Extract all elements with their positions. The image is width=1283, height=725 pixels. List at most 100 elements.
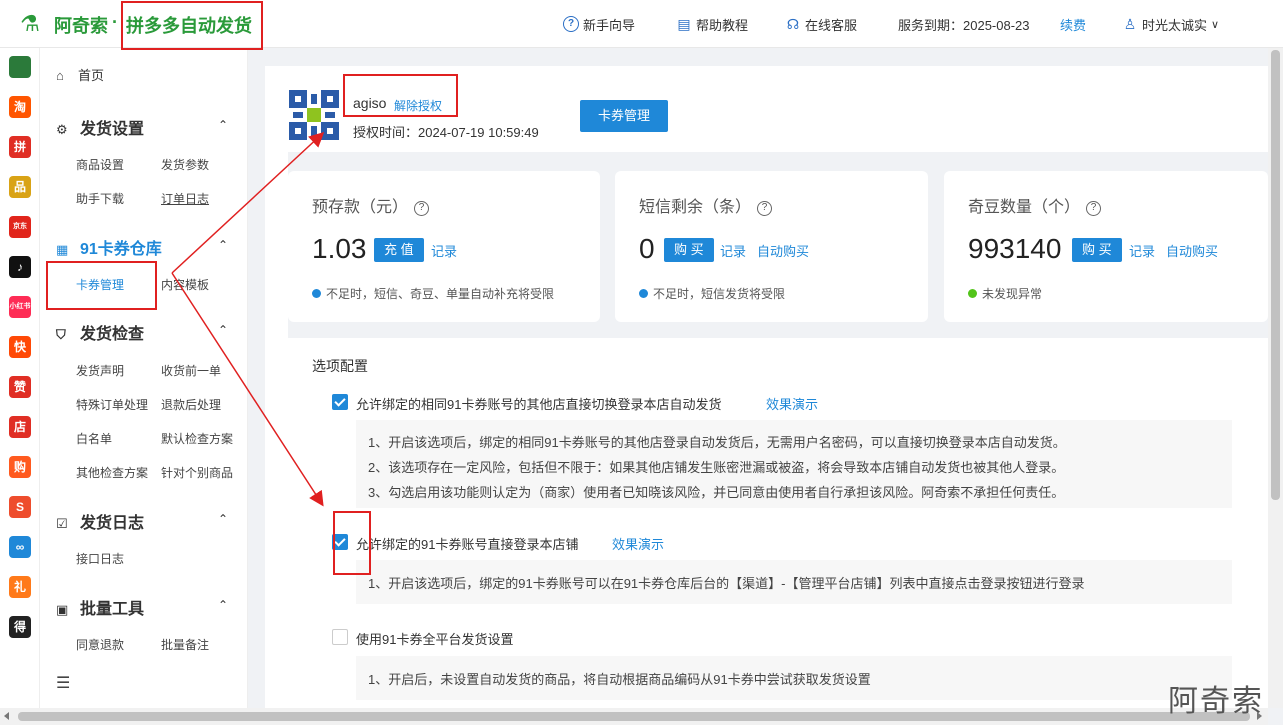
pinduoduo-icon[interactable]: 拼 [9, 136, 31, 158]
gift-icon[interactable]: 礼 [9, 576, 31, 598]
service-expiry: 服务到期：2025-08-23 [898, 17, 1030, 33]
description-line: 1、开启该选项后，绑定的91卡券账号可以在91卡券仓库后台的【渠道】-【管理平台… [368, 576, 1085, 591]
sidebar-group-delivery-log[interactable]: ☑ 发货日志 [56, 509, 144, 533]
brand-name[interactable]: 阿奇索 [54, 12, 108, 38]
vertical-scrollbar[interactable] [1268, 48, 1283, 708]
options-title: 选项配置 [312, 358, 368, 374]
watermark: 阿奇索 [1168, 685, 1264, 718]
sidebar-group-batch-tools[interactable]: ▣ 批量工具 [56, 595, 144, 619]
kuaishou-icon[interactable]: 快 [9, 336, 31, 358]
nav-help[interactable]: ▤ 帮助教程 [676, 14, 748, 34]
sidebar-item-whitelist[interactable]: 白名单 [76, 430, 112, 447]
sidebar-item-content-template[interactable]: 内容模板 [161, 276, 209, 293]
record-link[interactable]: 记录 [431, 241, 457, 260]
stat-note: 不足时，短信、奇豆、单量自动补充将受限 [312, 285, 554, 302]
agiso-logo-icon[interactable]: ⚗ [16, 10, 44, 38]
sidebar-group-delivery-settings[interactable]: ⚙ 发货设置 [56, 115, 144, 139]
chevron-up-icon[interactable]: ⌃ [218, 118, 228, 132]
sidebar-group-delivery-check[interactable]: ⛉ 发货检查 [56, 320, 144, 344]
scrollbar-thumb[interactable] [18, 712, 1250, 721]
info-icon [639, 289, 648, 298]
stat-title: 短信剩余（条）? [639, 193, 773, 217]
option-label[interactable]: 允许绑定的91卡券账号直接登录本店铺 [356, 534, 578, 553]
dewu-icon[interactable]: 得 [9, 616, 31, 638]
bag-icon[interactable]: 购 [9, 456, 31, 478]
app-root: ⚗ 阿奇索 · 拼多多自动发货 ? 新手向导 ▤ 帮助教程 ☊ 在线客服 服务到… [0, 0, 1283, 725]
option-checkbox-switch-login[interactable] [332, 394, 348, 410]
scrollbar-thumb[interactable] [1271, 50, 1280, 500]
link-icon[interactable]: ∞ [9, 536, 31, 558]
options-panel: 选项配置 允许绑定的相同91卡券账号的其他店直接切换登录本店自动发货 效果演示 … [288, 338, 1268, 708]
sidebar-item-batch-remark[interactable]: 批量备注 [161, 636, 209, 653]
stats-row: 预存款（元）? 1.03 充 值 记录 不足时，短信、奇豆、单量自动补充将受限 … [288, 152, 1268, 322]
qr-icon[interactable] [9, 56, 31, 78]
sidebar-item-default-check[interactable]: 默认检查方案 [161, 430, 233, 447]
thumbs-icon[interactable]: 赞 [9, 376, 31, 398]
stat-value: 1.03 [312, 233, 367, 264]
option-label[interactable]: 允许绑定的相同91卡券账号的其他店直接切换登录本店自动发货 [356, 394, 721, 413]
question-circle-icon[interactable]: ? [1086, 201, 1102, 216]
sidebar-item-other-check[interactable]: 其他检查方案 [76, 464, 148, 481]
shopee-icon[interactable]: S [9, 496, 31, 518]
sidebar-item-delivery-params[interactable]: 发货参数 [161, 156, 209, 173]
user-menu[interactable]: ♙ 时光太诚实 ∨ [1122, 14, 1219, 34]
demo-link[interactable]: 效果演示 [612, 534, 664, 553]
platform-rail: 淘拼品京东 ♪ 小红书快赞店购 S ∞ 礼得 [0, 48, 40, 708]
nav-guide[interactable]: ? 新手向导 [563, 14, 635, 34]
sidebar-item-previous-order[interactable]: 收货前一单 [161, 362, 221, 379]
document-icon: ▤ [677, 16, 691, 32]
question-circle-icon[interactable]: ? [757, 201, 773, 216]
taobao-icon[interactable]: 淘 [9, 96, 31, 118]
record-link[interactable]: 记录 [720, 241, 746, 260]
sidebar-item-assistant-download[interactable]: 助手下载 [76, 190, 124, 207]
stat-note: 未发现异常 [968, 285, 1042, 302]
demo-link[interactable]: 效果演示 [766, 394, 818, 413]
record-link[interactable]: 记录 [1129, 241, 1155, 260]
stat-title: 奇豆数量（个）? [968, 193, 1102, 217]
chevron-up-icon[interactable]: ⌃ [218, 512, 228, 526]
stat-value: 993140 [968, 233, 1062, 264]
sidebar-item-special-order[interactable]: 特殊订单处理 [76, 396, 148, 413]
nav-service[interactable]: ☊ 在线客服 [785, 14, 857, 34]
sidebar-item-specific-product[interactable]: 针对个别商品 [161, 464, 233, 481]
douyin-icon[interactable]: ♪ [9, 256, 31, 278]
sidebar-item-api-log[interactable]: 接口日志 [76, 550, 124, 567]
buy-sms-button[interactable]: 购 买 [664, 238, 714, 262]
description-line: 1、开启该选项后，绑定的相同91卡券账号的其他店登录自动发货后，无需用户名密码，… [368, 435, 1066, 450]
chevron-up-icon[interactable]: ⌃ [218, 598, 228, 612]
renew-link[interactable]: 续费 [1060, 14, 1086, 34]
option-label[interactable]: 使用91卡券全平台发货设置 [356, 629, 513, 648]
sidebar-item-product-settings[interactable]: 商品设置 [76, 156, 124, 173]
annotation-box-sidebar [46, 261, 157, 310]
shop-icon[interactable]: 店 [9, 416, 31, 438]
scroll-left-icon[interactable] [4, 712, 9, 720]
auto-buy-link[interactable]: 自动购买 [757, 241, 809, 260]
stat-value: 0 [639, 233, 655, 264]
sidebar-item-home[interactable]: ⌂ 首页 [56, 65, 104, 84]
annotation-box-account [343, 74, 458, 117]
sidebar-group-91-card-warehouse[interactable]: ▦ 91卡券仓库 [56, 235, 162, 259]
sidebar-item-after-refund[interactable]: 退款后处理 [161, 396, 221, 413]
chevron-up-icon[interactable]: ⌃ [218, 238, 228, 252]
sidebar-item-order-log[interactable]: 订单日志 [161, 190, 209, 207]
1688-icon[interactable]: 品 [9, 176, 31, 198]
options-section: 选项配置 允许绑定的相同91卡券账号的其他店直接切换登录本店自动发货 效果演示 … [288, 322, 1268, 708]
buy-beans-button[interactable]: 购 买 [1072, 238, 1122, 262]
collapse-menu-icon[interactable]: ☰ [56, 673, 70, 693]
jd-icon[interactable]: 京东 [9, 216, 31, 238]
chevron-up-icon[interactable]: ⌃ [218, 323, 228, 337]
xiaohongshu-icon[interactable]: 小红书 [9, 296, 31, 318]
user-icon: ♙ [1123, 16, 1137, 32]
sidebar-item-delivery-statement[interactable]: 发货声明 [76, 362, 124, 379]
toolbox-icon: ▣ [56, 602, 69, 617]
card-management-button[interactable]: 卡券管理 [580, 100, 668, 132]
auto-buy-link[interactable]: 自动购买 [1166, 241, 1218, 260]
option-checkbox-all-platform[interactable] [332, 629, 348, 645]
option-description: 1、开启该选项后，绑定的91卡券账号可以在91卡券仓库后台的【渠道】-【管理平台… [356, 560, 1232, 604]
question-circle-icon[interactable]: ? [414, 201, 430, 216]
horizontal-scrollbar[interactable] [0, 708, 1268, 725]
authorization-time: 授权时间：2024-07-19 10:59:49 [353, 125, 539, 140]
recharge-button[interactable]: 充 值 [374, 238, 424, 262]
sidebar-item-agree-refund[interactable]: 同意退款 [76, 636, 124, 653]
stat-card-sms: 短信剩余（条）? 0 购 买 记录 自动购买 不足时，短信发货将受限 [615, 171, 928, 322]
